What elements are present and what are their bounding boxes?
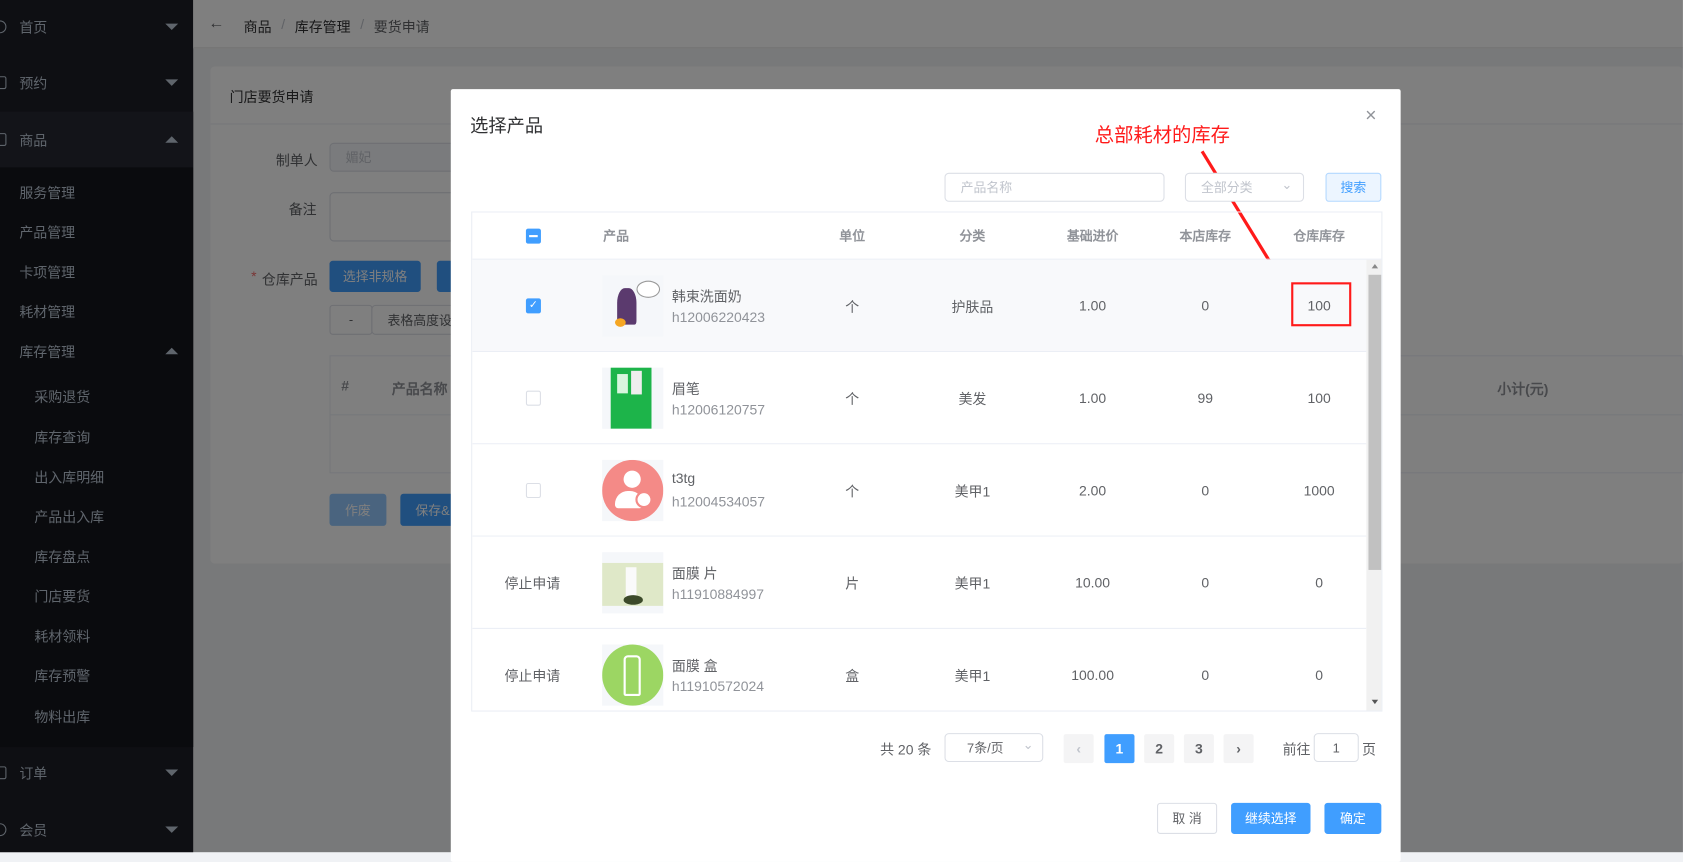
product-code: h12006120757 — [671, 401, 766, 418]
product-code: h11910884997 — [671, 586, 764, 603]
price-cell: 100.00 — [1071, 666, 1114, 683]
product-thumbnail — [602, 274, 664, 336]
warehouse-stock-cell: 100 — [1307, 389, 1331, 406]
product-name: 韩束洗面奶 — [671, 288, 742, 305]
product-code: h12004534057 — [671, 493, 766, 510]
table-row[interactable]: 眉笔 h12006120757 个 美发 1.00 99 100 — [472, 352, 1367, 445]
product-name: 面膜 盒 — [671, 657, 718, 675]
table-row[interactable]: t3tg h12004534057 个 美甲1 2.00 0 1000 — [472, 444, 1367, 537]
warehouse-stock-cell: 0 — [1315, 574, 1323, 591]
product-name: t3tg — [671, 470, 696, 487]
confirm-button[interactable]: 确定 — [1324, 802, 1382, 834]
category-cell: 美甲1 — [954, 575, 991, 592]
product-code: h11910572024 — [671, 678, 764, 695]
select-product-dialog: 选择产品 × 总部耗材的库存 产品名称 全部分类 ⌄ 搜索 产品 单位 分类 基础… — [450, 89, 1401, 862]
page-1-button[interactable]: 1 — [1104, 734, 1135, 764]
prev-page-button[interactable]: ‹ — [1063, 734, 1094, 764]
table-row[interactable]: 停止申请 面膜 盒 h11910572024 盒 美甲1 100.00 0 0 — [472, 628, 1367, 711]
cancel-button[interactable]: 取 消 — [1157, 802, 1218, 834]
price-cell: 10.00 — [1075, 574, 1111, 591]
scrollbar[interactable] — [1366, 259, 1382, 711]
table-body: ✓ 韩束洗面奶 h12006220423 个 护肤品 1.00 0 100 眉笔 h1200612… — [472, 259, 1367, 711]
table-header: 产品 单位 分类 基础进价 本店库存 仓库库存 — [472, 213, 1382, 260]
product-name: 面膜 片 — [671, 565, 718, 582]
page-2-button[interactable]: 2 — [1144, 734, 1175, 764]
table-row[interactable]: ✓ 韩束洗面奶 h12006220423 个护肤品 1.00 0 100 — [472, 259, 1367, 353]
unit-cell: 个 — [845, 482, 860, 500]
category-cell: 护肤品 — [951, 298, 994, 315]
product-thumbnail — [602, 551, 664, 613]
row-checkbox[interactable] — [525, 482, 541, 498]
scrollbar-thumb[interactable] — [1368, 274, 1382, 570]
unit-cell: 盒 — [845, 667, 860, 684]
store-stock-cell: 0 — [1201, 574, 1210, 591]
annotation-highlight-box — [1291, 282, 1352, 327]
scroll-up-icon[interactable] — [1371, 264, 1379, 269]
warehouse-stock-cell: 1000 — [1303, 481, 1335, 499]
stop-request-label: 停止申请 — [504, 575, 561, 592]
product-thumbnail — [602, 367, 664, 429]
page-3-button[interactable]: 3 — [1183, 734, 1214, 764]
warehouse-stock-cell: 0 — [1315, 666, 1323, 683]
category-cell: 美甲1 — [954, 482, 991, 500]
store-stock-cell: 0 — [1201, 297, 1210, 314]
store-stock-cell: 0 — [1201, 481, 1210, 499]
unit-cell: 个 — [845, 298, 860, 315]
product-code: h12006220423 — [671, 309, 766, 326]
goto-label: 前往 — [1282, 741, 1311, 758]
chevron-down-icon: ⌄ — [1281, 177, 1293, 193]
table-row[interactable]: 停止申请 面膜 片 h11910884997 片 美甲1 10.00 0 0 — [472, 536, 1367, 629]
row-checkbox[interactable] — [525, 390, 541, 406]
unit-cell: 片 — [845, 575, 860, 592]
unit-cell: 个 — [845, 390, 860, 407]
product-thumbnail — [602, 643, 664, 706]
stop-request-label: 停止申请 — [504, 667, 561, 684]
product-name: 眉笔 — [671, 381, 700, 398]
close-icon[interactable]: × — [1365, 104, 1376, 127]
select-all-checkbox[interactable] — [525, 228, 541, 244]
product-name-search-input[interactable]: 产品名称 — [944, 172, 1165, 202]
chevron-down-icon: ⌄ — [1022, 737, 1034, 753]
row-checkbox[interactable]: ✓ — [525, 297, 541, 313]
scroll-down-icon[interactable] — [1371, 699, 1379, 705]
price-cell: 1.00 — [1079, 389, 1107, 406]
price-cell: 2.00 — [1079, 481, 1107, 499]
category-cell: 美发 — [958, 390, 987, 407]
category-cell: 美甲1 — [954, 667, 991, 684]
store-stock-cell: 0 — [1201, 666, 1210, 683]
dialog-title: 选择产品 — [470, 115, 544, 137]
continue-select-button[interactable]: 继续选择 — [1231, 802, 1311, 834]
product-thumbnail — [602, 459, 664, 521]
product-table: 产品 单位 分类 基础进价 本店库存 仓库库存 ✓ 韩束洗面奶 h120062204… — [471, 211, 1383, 712]
goto-page-input[interactable]: 1 — [1313, 733, 1359, 763]
search-button[interactable]: 搜索 — [1325, 172, 1382, 202]
page-suffix: 页 — [1362, 741, 1376, 758]
store-stock-cell: 99 — [1197, 389, 1214, 406]
page-size-select[interactable]: 7条/页 ⌄ — [944, 733, 1044, 763]
price-cell: 1.00 — [1079, 297, 1107, 314]
total-count: 共 20 条 — [880, 741, 932, 758]
next-page-button[interactable]: › — [1223, 734, 1254, 764]
category-select[interactable]: 全部分类 ⌄ — [1184, 172, 1305, 202]
